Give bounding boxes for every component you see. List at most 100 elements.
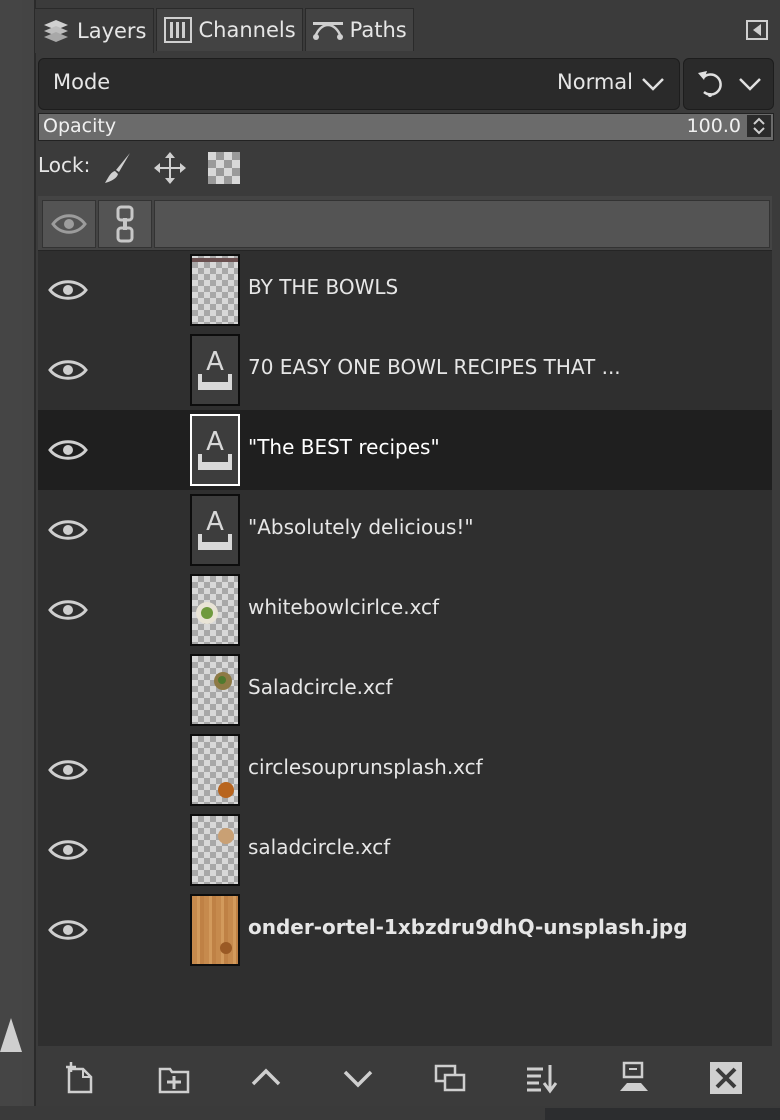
text-layer-icon: A	[198, 347, 232, 390]
tab-channels-label: Channels	[198, 18, 296, 42]
layers-list: BY THE BOWLS A 70 EASY ONE BOWL RECIPES …	[38, 196, 772, 1046]
layer-name[interactable]: saladcircle.xcf	[248, 835, 390, 859]
visibility-toggle-off[interactable]	[48, 677, 88, 703]
eye-icon[interactable]	[48, 437, 88, 463]
anchor-layer-icon	[620, 1061, 648, 1091]
lock-alpha-icon	[208, 152, 240, 184]
mode-select[interactable]: Mode Normal	[38, 58, 680, 110]
raise-layer-button[interactable]	[246, 1060, 286, 1096]
layer-row[interactable]: A 70 EASY ONE BOWL RECIPES THAT ...	[38, 330, 772, 410]
eye-icon[interactable]	[48, 357, 88, 383]
visibility-column-header[interactable]	[42, 200, 96, 248]
merge-down-button[interactable]	[522, 1060, 562, 1096]
layer-row[interactable]: onder-ortel-1xbzdru9dhQ-unsplash.jpg	[38, 890, 772, 970]
eye-icon	[51, 214, 87, 234]
dock-arrow-icon[interactable]	[0, 1018, 22, 1052]
raise-layer-icon	[251, 1068, 281, 1086]
lock-pixels-icon	[105, 153, 130, 183]
tab-paths[interactable]: Paths	[304, 8, 414, 51]
layer-row-selected[interactable]: A "The BEST recipes"	[38, 410, 772, 490]
mode-value: Normal	[557, 70, 633, 94]
eye-icon[interactable]	[48, 277, 88, 303]
layer-name-column-header	[154, 200, 770, 248]
left-dock-strip	[0, 0, 30, 1120]
duplicate-layer-button[interactable]	[430, 1060, 470, 1096]
merge-down-icon	[527, 1065, 558, 1094]
composite-mode-icon	[698, 71, 722, 97]
lock-alpha-button[interactable]	[206, 150, 242, 190]
lock-pixels-button[interactable]	[100, 150, 136, 190]
layers-list-header	[38, 196, 772, 251]
layer-thumbnail: A	[190, 414, 240, 486]
duplicate-layer-icon	[434, 1064, 466, 1092]
chain-icon	[116, 205, 134, 243]
dock-tabs: Layers Channels Paths	[34, 8, 416, 53]
layer-row[interactable]: whitebowlcirlce.xcf	[38, 570, 772, 650]
layer-name[interactable]: circlesouprunsplash.xcf	[248, 755, 483, 779]
eye-icon[interactable]	[48, 837, 88, 863]
lower-layer-icon	[343, 1070, 373, 1088]
configure-tab-button[interactable]	[742, 16, 772, 44]
layer-row[interactable]: circlesouprunsplash.xcf	[38, 730, 772, 810]
eye-icon[interactable]	[48, 757, 88, 783]
layer-thumbnail	[190, 254, 240, 326]
text-layer-icon: A	[198, 507, 232, 550]
layer-name[interactable]: whitebowlcirlce.xcf	[248, 595, 439, 619]
composite-mode-select[interactable]	[683, 58, 774, 110]
layer-row[interactable]: saladcircle.xcf	[38, 810, 772, 890]
svg-text:A: A	[206, 507, 224, 537]
tab-layers[interactable]: Layers	[34, 8, 154, 53]
mode-label: Mode	[53, 70, 111, 94]
opacity-label: Opacity	[43, 115, 117, 137]
chevron-down-icon	[739, 78, 761, 91]
layer-name[interactable]: 70 EASY ONE BOWL RECIPES THAT ...	[248, 355, 621, 379]
layer-thumbnail: A	[190, 494, 240, 566]
lock-position-icon	[154, 152, 186, 184]
layer-name[interactable]: Saladcircle.xcf	[248, 675, 393, 699]
paths-icon	[312, 22, 343, 40]
layer-thumbnail	[190, 814, 240, 886]
layer-name[interactable]: onder-ortel-1xbzdru9dhQ-unsplash.jpg	[248, 915, 688, 939]
layer-thumbnail	[190, 894, 240, 966]
lock-position-button[interactable]	[152, 150, 188, 190]
lock-label: Lock:	[38, 153, 91, 177]
layer-thumbnail	[190, 734, 240, 806]
opacity-value: 100.0	[686, 115, 741, 137]
layer-name[interactable]: "The BEST recipes"	[248, 435, 440, 459]
tab-layers-label: Layers	[77, 19, 147, 43]
delete-layer-icon	[710, 1062, 742, 1094]
svg-text:A: A	[206, 427, 224, 457]
tab-menu-icon	[746, 20, 768, 40]
opacity-spinner[interactable]	[747, 115, 771, 137]
chevron-down-icon	[642, 78, 664, 91]
layer-row[interactable]: Saladcircle.xcf	[38, 650, 772, 730]
layer-row[interactable]: BY THE BOWLS	[38, 250, 772, 330]
new-layer-icon	[66, 1062, 93, 1094]
spinner-arrows-icon	[753, 117, 765, 135]
new-layer-button[interactable]	[60, 1060, 100, 1096]
dock-gap	[22, 0, 34, 1120]
tab-paths-label: Paths	[349, 18, 407, 42]
layer-name[interactable]: BY THE BOWLS	[248, 275, 398, 299]
new-layer-group-button[interactable]	[154, 1060, 194, 1096]
layer-row[interactable]: A "Absolutely delicious!"	[38, 490, 772, 570]
text-layer-icon: A	[198, 427, 232, 470]
layer-thumbnail: A	[190, 334, 240, 406]
layer-thumbnail	[190, 654, 240, 726]
opacity-slider[interactable]: Opacity 100.0	[38, 113, 774, 141]
layers-icon	[44, 20, 68, 42]
eye-icon[interactable]	[48, 517, 88, 543]
layer-name[interactable]: "Absolutely delicious!"	[248, 515, 474, 539]
eye-icon[interactable]	[48, 917, 88, 943]
channels-icon	[163, 17, 192, 43]
eye-icon[interactable]	[48, 597, 88, 623]
tab-channels[interactable]: Channels	[155, 8, 303, 51]
window-bottom-edge	[0, 1106, 780, 1120]
anchor-layer-button[interactable]	[614, 1060, 654, 1096]
lower-layer-button[interactable]	[338, 1060, 378, 1096]
svg-text:A: A	[206, 347, 224, 377]
chain-column-header[interactable]	[98, 200, 152, 248]
new-layer-group-icon	[158, 1067, 190, 1094]
delete-layer-button[interactable]	[706, 1060, 746, 1096]
layers-toolbar	[38, 1052, 772, 1104]
